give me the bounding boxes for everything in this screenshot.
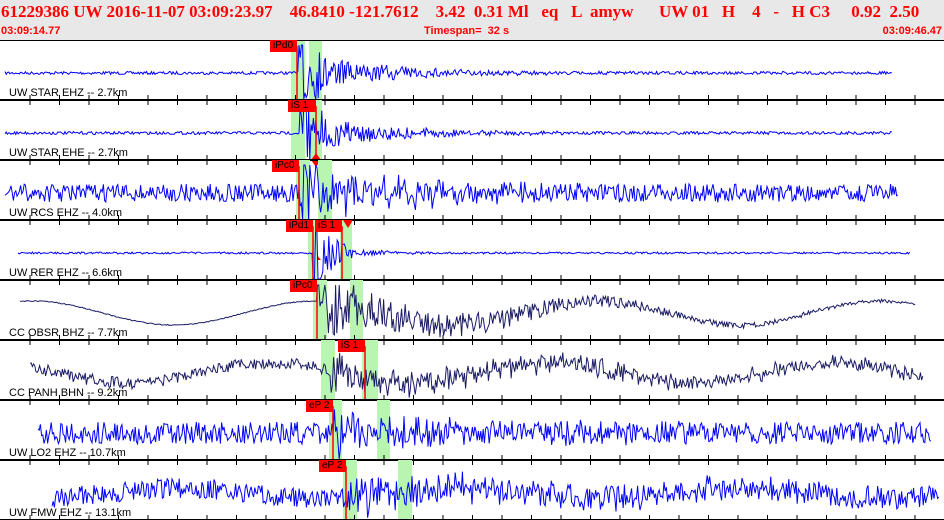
waveform-trace: [19, 284, 916, 338]
trace-label: UW LO2 EHZ -- 10.7km: [9, 447, 126, 459]
waveform-trace: [4, 44, 893, 100]
waveform-trace: [17, 225, 911, 280]
waveform-trace: [37, 409, 932, 460]
trace-label: UW RCS EHZ -- 4.0km: [9, 207, 123, 219]
trace-label: UW STAR EHZ -- 2.7km: [9, 87, 128, 99]
phase-pick-label[interactable]: iS 1: [315, 220, 342, 232]
event-header: 61229386 UW 2016-11-07 03:09:23.97 46.84…: [0, 0, 944, 40]
trace-label: CC PANH BHN -- 9.2km: [9, 387, 128, 399]
trace-label: UW RER EHZ -- 6.6km: [9, 267, 123, 279]
waveform-trace: [4, 164, 899, 220]
phase-window: [377, 400, 390, 460]
phase-pick-label[interactable]: iS 1: [338, 340, 365, 352]
phase-pick-label[interactable]: iPc0: [272, 160, 299, 172]
phase-pick-label[interactable]: iPc0: [290, 280, 317, 292]
trace-label: UW FMW EHZ -- 13.1km: [9, 507, 132, 519]
phase-pick-label[interactable]: eP 2: [306, 400, 333, 412]
waveform-trace: [4, 104, 892, 160]
waveform-trace: [51, 471, 940, 518]
end-time: 03:09:46.47: [882, 25, 942, 37]
timespan: Timespan= 32 s: [424, 25, 510, 37]
waveform-trace: [29, 352, 924, 398]
phase-pick-label[interactable]: iS 1: [288, 100, 316, 112]
start-time: 03:09:14.77: [1, 25, 61, 37]
event-summary: 61229386 UW 2016-11-07 03:09:23.97 46.84…: [1, 2, 920, 21]
phase-pick-label[interactable]: eP 2: [319, 460, 346, 472]
phase-pick-label[interactable]: iPd0: [270, 40, 297, 52]
trace-label: UW STAR EHE -- 2.7km: [9, 147, 128, 159]
phase-pick-label[interactable]: iPd1: [286, 220, 313, 232]
seismogram-panel[interactable]: [0, 40, 944, 520]
trace-label: CC OBSR BHZ -- 7.7km: [9, 327, 128, 339]
